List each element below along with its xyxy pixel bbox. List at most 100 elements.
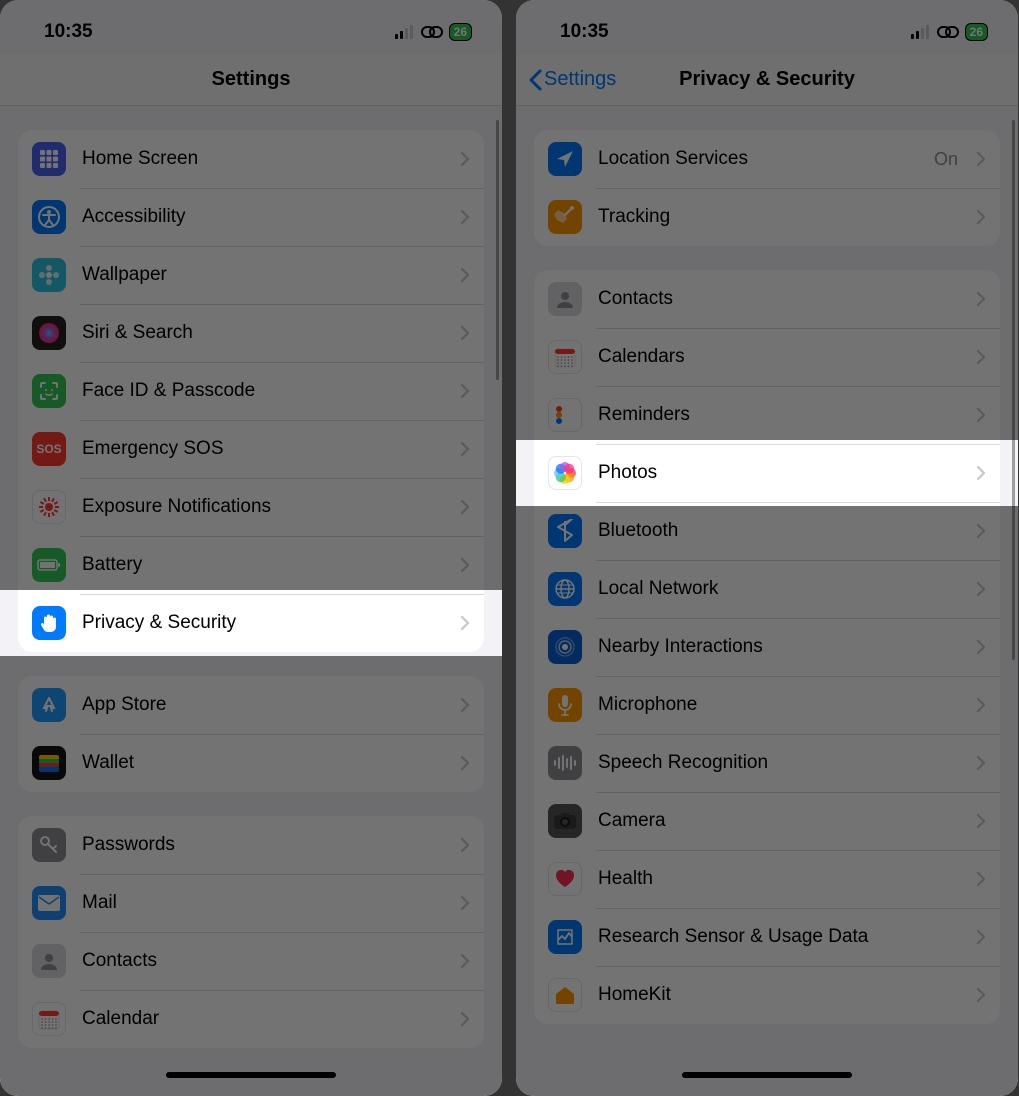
row-battery[interactable]: Battery [18,536,484,594]
row-homekit[interactable]: HomeKit [534,966,1000,1024]
contacts_left-icon [32,944,66,978]
row-research[interactable]: Research Sensor & Usage Data [534,908,1000,966]
nav-title: Settings [0,68,502,91]
scroll-indicator [1012,120,1015,660]
settings-group: Contacts Calendars Reminders Photos Bluetoot… [534,270,1000,1024]
row-health[interactable]: Health [534,850,1000,908]
row-privacy[interactable]: Privacy & Security [18,594,484,652]
row-label: Wallpaper [82,264,444,286]
homekit-icon [548,978,582,1012]
settings-group: App Store Wallet [18,676,484,792]
chevron-right-icon [460,953,470,969]
row-camera[interactable]: Camera [534,792,1000,850]
row-accessibility[interactable]: Accessibility [18,188,484,246]
chevron-right-icon [976,581,986,597]
row-contacts[interactable]: Contacts [534,270,1000,328]
row-tracking[interactable]: Tracking [534,188,1000,246]
calendar_left-icon [32,1002,66,1036]
chevron-right-icon [976,871,986,887]
bluetooth-icon [548,514,582,548]
chevron-right-icon [976,697,986,713]
exposure-icon [32,490,66,524]
app_store-icon [32,688,66,722]
phone-privacy: 10:35 26 Settings Privacy & Security Loc… [516,0,1018,1096]
local_network-icon [548,572,582,606]
home_screen-icon [32,142,66,176]
row-bluetooth[interactable]: Bluetooth [534,502,1000,560]
row-exposure[interactable]: Exposure Notifications [18,478,484,536]
chevron-right-icon [460,441,470,457]
battery-badge: 26 [449,23,472,41]
row-wallpaper[interactable]: Wallpaper [18,246,484,304]
link-icon [421,26,443,38]
phone-settings: 10:35 26 Settings Home Screen Accessibili… [0,0,502,1096]
chevron-right-icon [460,383,470,399]
chevron-right-icon [976,755,986,771]
row-photos[interactable]: Photos [534,444,1000,502]
nav-bar: Settings Privacy & Security [516,54,1018,106]
calendars-icon [548,340,582,374]
row-speech[interactable]: Speech Recognition [534,734,1000,792]
health-icon [548,862,582,896]
row-reminders[interactable]: Reminders [534,386,1000,444]
wallpaper-icon [32,258,66,292]
chevron-right-icon [460,837,470,853]
row-calendars[interactable]: Calendars [534,328,1000,386]
nav-bar: Settings [0,54,502,106]
settings-group: Home Screen Accessibility Wallpaper Siri & … [18,130,484,652]
row-siri_search[interactable]: Siri & Search [18,304,484,362]
row-microphone[interactable]: Microphone [534,676,1000,734]
status-right: 26 [911,23,988,41]
row-label: Accessibility [82,206,444,228]
tracking-icon [548,200,582,234]
row-mail[interactable]: Mail [18,874,484,932]
row-label: Local Network [598,578,960,600]
cellular-icon [911,25,931,39]
row-wallet[interactable]: Wallet [18,734,484,792]
chevron-right-icon [460,557,470,573]
row-local_network[interactable]: Local Network [534,560,1000,618]
row-label: Research Sensor & Usage Data [598,926,960,948]
row-contacts_left[interactable]: Contacts [18,932,484,990]
cellular-icon [395,25,415,39]
row-sos[interactable]: SOSEmergency SOS [18,420,484,478]
location-icon [548,142,582,176]
row-label: Reminders [598,404,960,426]
row-app_store[interactable]: App Store [18,676,484,734]
row-label: Calendars [598,346,960,368]
row-passwords[interactable]: Passwords [18,816,484,874]
row-home_screen[interactable]: Home Screen [18,130,484,188]
chevron-right-icon [460,755,470,771]
nav-back-label: Settings [544,68,616,91]
sos-icon: SOS [32,432,66,466]
row-label: Mail [82,892,444,914]
chevron-right-icon [976,407,986,423]
privacy-scroll[interactable]: Location ServicesOnTracking Contacts Calen… [516,106,1018,1096]
row-label: Speech Recognition [598,752,960,774]
microphone-icon [548,688,582,722]
chevron-right-icon [460,697,470,713]
face_id-icon [32,374,66,408]
status-time: 10:35 [44,21,93,43]
settings-scroll[interactable]: Home Screen Accessibility Wallpaper Siri & … [0,106,502,1096]
row-label: Nearby Interactions [598,636,960,658]
chevron-right-icon [460,499,470,515]
link-icon [937,26,959,38]
row-label: Contacts [598,288,960,310]
row-label: Photos [598,462,960,484]
row-label: Siri & Search [82,322,444,344]
row-calendar_left[interactable]: Calendar [18,990,484,1048]
nav-back-button[interactable]: Settings [528,68,616,91]
row-nearby[interactable]: Nearby Interactions [534,618,1000,676]
row-label: Wallet [82,752,444,774]
settings-group: Location ServicesOnTracking [534,130,1000,246]
battery-icon [32,548,66,582]
row-face_id[interactable]: Face ID & Passcode [18,362,484,420]
nearby-icon [548,630,582,664]
chevron-right-icon [460,209,470,225]
chevron-right-icon [460,325,470,341]
chevron-right-icon [976,465,986,481]
row-label: Privacy & Security [82,612,444,634]
row-location[interactable]: Location ServicesOn [534,130,1000,188]
chevron-right-icon [976,151,986,167]
